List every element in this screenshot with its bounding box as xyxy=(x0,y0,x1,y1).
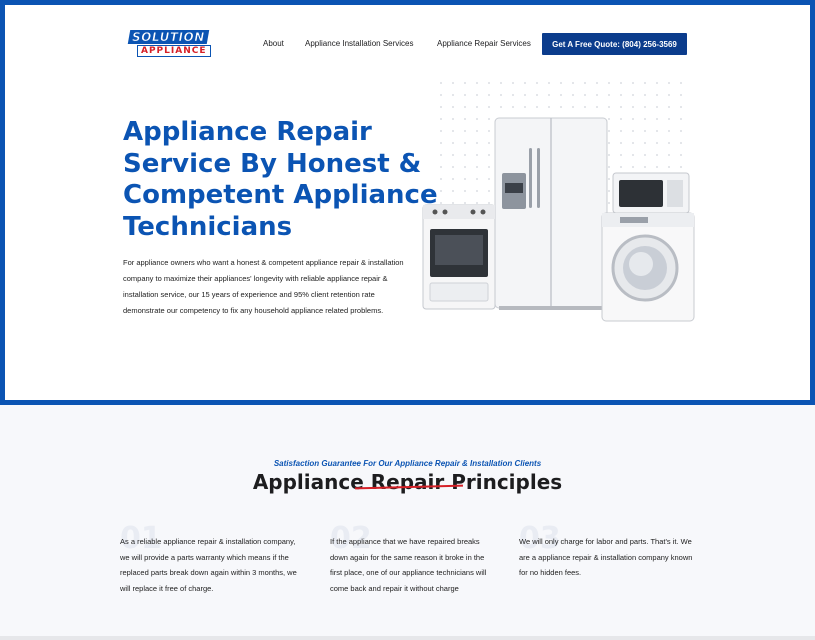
principles-title: Appliance Repair Principles xyxy=(252,470,563,494)
principle-item: 01 As a reliable appliance repair & inst… xyxy=(120,524,300,596)
principles-subheading: Satisfaction Guarantee For Our Appliance… xyxy=(273,459,542,468)
principle-text: If the appliance that we have repaired b… xyxy=(330,537,487,593)
principle-text: We will only charge for labor and parts.… xyxy=(519,537,693,577)
principle-item: 03 We will only charge for labor and par… xyxy=(519,524,699,581)
hero-title: Appliance Repair Service By Honest & Com… xyxy=(123,117,438,242)
nav-repair-services-link[interactable]: Appliance Repair Services xyxy=(437,39,531,48)
refrigerator-illustration xyxy=(494,117,608,310)
appliances-image xyxy=(422,117,695,322)
nav-about-link[interactable]: About xyxy=(263,39,284,48)
stove-illustration xyxy=(422,204,496,310)
principle-item: 02 If the appliance that we have repaire… xyxy=(330,524,490,596)
hero-section: SOLUTION APPLIANCE About Appliance Insta… xyxy=(0,0,815,405)
hero-description: For appliance owners who want a honest &… xyxy=(123,258,404,315)
nav-installation-services-link[interactable]: Appliance Installation Services xyxy=(305,39,414,48)
logo-line-1: SOLUTION xyxy=(127,30,209,44)
logo-line-2: APPLIANCE xyxy=(137,45,211,57)
free-quote-button[interactable]: Get A Free Quote: (804) 256-3569 xyxy=(542,33,687,55)
solution-appliance-logo[interactable]: SOLUTION APPLIANCE xyxy=(127,30,213,58)
washing-machine-illustration xyxy=(601,212,695,322)
principle-text: As a reliable appliance repair & install… xyxy=(120,537,297,593)
microwave-illustration xyxy=(612,172,690,214)
section-divider xyxy=(0,636,815,640)
